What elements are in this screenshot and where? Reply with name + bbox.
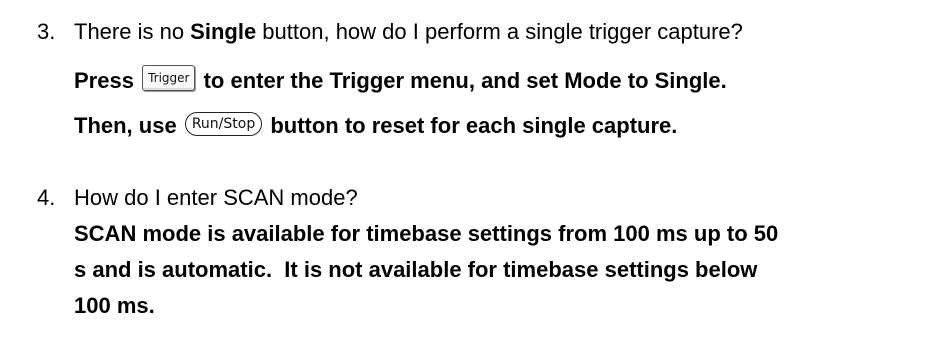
faq-answer-line: 100 ms. [74, 293, 155, 318]
answer-text: Then, use [74, 113, 177, 138]
faq-number: 3. [37, 19, 56, 44]
answer-text: button to reset for each single capture. [270, 113, 678, 138]
trigger-key-icon: Trigger [142, 65, 196, 91]
question-emphasis: Single [190, 19, 257, 44]
run-stop-key-icon: Run/Stop [184, 112, 263, 136]
faq-answer-line: Press Trigger to enter the Trigger menu,… [74, 63, 727, 99]
faq-number: 4. [37, 185, 56, 210]
answer-text: Press [74, 68, 134, 93]
faq-answer-line: s and is automatic. It is not available … [74, 257, 758, 282]
faq-list: 3. There is no Single button, how do I p… [0, 0, 951, 338]
question-text: There is no [74, 19, 191, 44]
faq-answer-line: Then, use Run/Stop button to reset for e… [74, 108, 677, 144]
question-text: button, how do I perform a single trigge… [256, 19, 743, 44]
faq-question: There is no Single button, how do I perf… [74, 14, 944, 50]
faq-question: How do I enter SCAN mode? [74, 185, 358, 210]
answer-text: to enter the Trigger menu, and set Mode … [203, 68, 727, 93]
faq-answer-line: SCAN mode is available for timebase sett… [74, 221, 779, 246]
